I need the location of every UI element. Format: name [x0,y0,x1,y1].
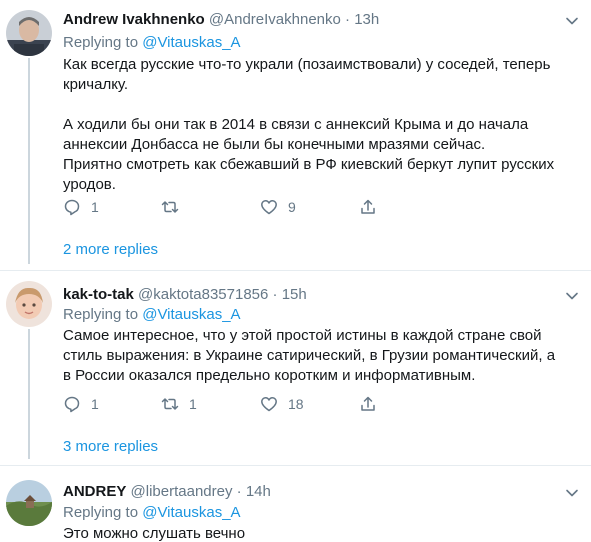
retweet-button[interactable]: 1 [161,394,197,414]
thread-line [28,58,30,264]
tweet-text: Самое интересное, что у этой простой ист… [63,326,583,386]
share-button[interactable] [359,197,377,217]
mention-link[interactable]: @Vitauskas_A [142,504,240,521]
tweet-text: Как всегда русские что-то украли (позаим… [63,55,583,195]
text-line: в России оказался предельно коротким и и… [63,367,476,384]
tweet-header: ANDREY @libertaandrey · 14h [63,482,271,502]
separator-dot: · [236,483,242,500]
thread-line [28,329,30,459]
retweet-icon [161,201,179,213]
mention-link[interactable]: @Vitauskas_A [142,306,240,323]
timestamp[interactable]: 14h [246,483,271,500]
like-count: 18 [288,396,304,412]
like-icon [261,200,277,215]
replying-to: Replying to @Vitauskas_A [63,33,241,53]
like-icon [261,397,277,412]
user-handle[interactable]: @AndreIvakhnenko [209,11,341,28]
tweet-1[interactable]: Andrew Ivakhnenko @AndreIvakhnenko · 13h… [0,0,591,270]
chevron-down-icon[interactable] [563,12,581,30]
user-handle[interactable]: @libertaandrey [131,483,233,500]
text-line: А ходили бы они так в 2014 в связи с анн… [63,116,529,133]
user-handle[interactable]: @kaktota83571856 [138,286,268,303]
timestamp[interactable]: 13h [354,11,379,28]
like-button[interactable]: 9 [260,197,296,217]
avatar[interactable] [6,480,52,526]
share-icon [361,396,375,411]
more-replies-link[interactable]: 2 more replies [63,240,158,260]
replying-to-prefix: Replying to [63,504,139,521]
retweet-button[interactable] [161,197,189,217]
tweet-header: Andrew Ivakhnenko @AndreIvakhnenko · 13h [63,10,379,30]
display-name[interactable]: kak-to-tak [63,286,134,303]
reply-icon [64,396,80,413]
tweet-header: kak-to-tak @kaktota83571856 · 15h [63,285,307,305]
avatar[interactable] [6,281,52,327]
text-line: кричалку. [63,76,129,93]
share-button[interactable] [359,394,377,414]
like-button[interactable]: 18 [260,394,304,414]
text-line: Как всегда русские что-то украли (позаим… [63,56,551,73]
display-name[interactable]: ANDREY [63,483,126,500]
replying-to: Replying to @Vitauskas_A [63,305,241,325]
mention-link[interactable]: @Vitauskas_A [142,34,240,51]
tweet-actions: 1 9 [63,197,393,217]
separator-dot: · [272,286,278,303]
replying-to: Replying to @Vitauskas_A [63,503,241,523]
tweet-text: Это можно слушать вечно [63,524,583,542]
reply-count: 1 [91,199,99,215]
retweet-icon [161,398,179,410]
text-line: Самое интересное, что у этой простой ист… [63,327,542,344]
text-line: уродов. [63,176,116,193]
timestamp[interactable]: 15h [282,286,307,303]
text-line: стиль выражения: в Украине сатирический,… [63,347,556,364]
like-count: 9 [288,199,296,215]
text-line: Приятно смотреть как сбежавший в РФ киев… [63,156,555,173]
tweet-actions: 1 1 18 [63,394,393,414]
more-replies-link[interactable]: 3 more replies [63,437,158,457]
tweet-3[interactable]: ANDREY @libertaandrey · 14h Replying to … [0,466,591,542]
reply-button[interactable]: 1 [63,197,99,217]
reply-count: 1 [91,396,99,412]
share-icon [361,199,375,214]
reply-button[interactable]: 1 [63,394,99,414]
text-line: Это можно слушать вечно [63,525,246,542]
chevron-down-icon[interactable] [563,484,581,502]
text-line: аннексии Донбасса не были бы конечными м… [63,136,486,153]
avatar[interactable] [6,10,52,56]
chevron-down-icon[interactable] [563,287,581,305]
replying-to-prefix: Replying to [63,34,139,51]
display-name[interactable]: Andrew Ivakhnenko [63,11,205,28]
reply-icon [64,199,80,216]
separator-dot: · [345,11,351,28]
retweet-count: 1 [189,396,197,412]
replying-to-prefix: Replying to [63,306,139,323]
tweet-2[interactable]: kak-to-tak @kaktota83571856 · 15h Replyi… [0,271,591,465]
